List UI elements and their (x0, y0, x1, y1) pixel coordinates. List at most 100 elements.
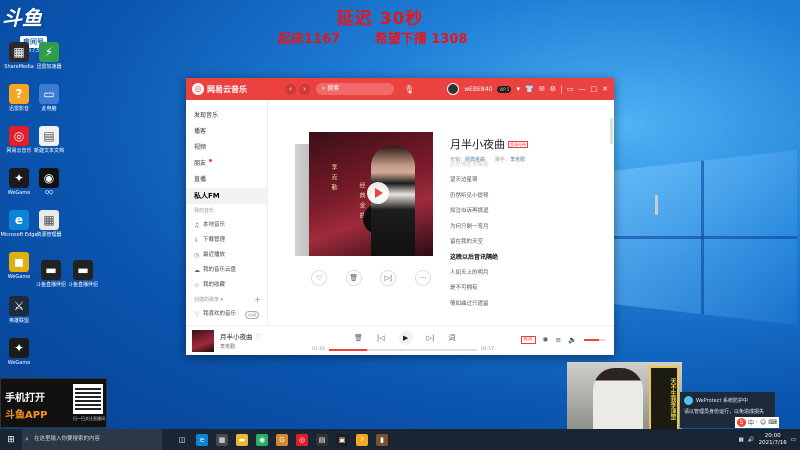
desktop-icon[interactable]: ⚡ 迅雷加速器 (30, 42, 68, 70)
menu-icon: ☆ (194, 282, 200, 289)
volume-icon[interactable]: 🔈 (568, 336, 577, 344)
lyric-line: 为何只剩一弯月 (450, 223, 489, 230)
history-nav: ‹ › (285, 83, 310, 95)
mic-icon[interactable]: 🎙 (404, 85, 414, 94)
settings-icon[interactable]: ⚙ (550, 85, 556, 93)
vip-badge[interactable]: VIP 5 (497, 85, 512, 93)
quality-button[interactable]: 极高 (520, 336, 536, 344)
player-like-icon[interactable]: ♡ (256, 333, 262, 341)
add-playlist-icon[interactable]: + (254, 293, 261, 307)
lyric-line: 仍然倚在失眠夜 (450, 162, 489, 168)
netease-music-icon[interactable]: ◎ (296, 433, 308, 446)
mail-icon[interactable]: ✉ (539, 85, 545, 93)
heart-icon: ♡ (194, 311, 200, 318)
network-icon[interactable]: ▦ (739, 437, 744, 443)
minimize-icon[interactable]: — (579, 85, 586, 93)
next-track-icon[interactable]: ▷| (427, 334, 435, 342)
sidebar-subitem[interactable]: ⇩ 下载管理 (186, 233, 267, 248)
play-overlay-icon[interactable] (367, 182, 389, 204)
desktop-icon[interactable]: ✦ WeGame (0, 338, 38, 366)
app-icon: ▤ (39, 126, 59, 146)
player-artist[interactable]: 李克勤 (220, 343, 262, 350)
app-icon[interactable]: ▮ (376, 433, 388, 446)
desktop-icon-label: 斗鱼直播伴侣 (67, 282, 98, 288)
dropdown-icon[interactable]: ▾ (516, 85, 520, 93)
play-button[interactable]: ▶ (398, 331, 413, 345)
sidebar-item-personal-fm[interactable]: 私人FM (186, 188, 267, 204)
player-title-row: 月半小夜曲 ♡ (220, 331, 262, 341)
shield-icon (684, 396, 693, 405)
sidebar-item-friends[interactable]: 朋友 (186, 156, 267, 172)
sidebar-item-video[interactable]: 视频 (186, 140, 267, 156)
skin-icon[interactable]: 👕 (525, 85, 534, 93)
wechat-icon[interactable]: ◉ (256, 433, 268, 446)
lyrics-icon[interactable]: 词 (448, 333, 455, 343)
ime-lang[interactable]: 中 (748, 418, 754, 427)
sidebar-item-live[interactable]: 直播 (186, 172, 267, 188)
sidebar-item-discover[interactable]: 发现音乐 (186, 108, 267, 124)
like-icon[interactable]: ♡ (311, 270, 327, 286)
album-cover[interactable]: 李克勤 经典金曲 (309, 132, 433, 256)
app-icon[interactable]: ▤ (316, 433, 328, 446)
close-icon[interactable]: ✕ (602, 85, 608, 93)
sound-effect-icon[interactable]: ✺ (543, 336, 549, 344)
forward-icon[interactable]: › (299, 83, 310, 95)
search-input[interactable]: ⌕ 搜索 (316, 83, 394, 95)
mini-cover[interactable] (192, 329, 214, 352)
app-icon[interactable]: ▣ (336, 433, 348, 446)
ime-emoji[interactable]: ☺ (760, 419, 766, 426)
store-icon[interactable]: ▦ (216, 433, 228, 446)
window-scrollbar[interactable] (608, 100, 614, 325)
clock[interactable]: 20:00 2021/7/16 (759, 433, 787, 447)
start-button[interactable]: ⊞ (0, 435, 22, 445)
ime-keyboard[interactable]: ⌨ (768, 419, 777, 426)
explorer-icon[interactable]: ▬ (236, 433, 248, 446)
desktop-icon-label: 迅雷影音 (8, 106, 29, 112)
more-icon[interactable]: ··· (414, 270, 431, 286)
desktop-icon[interactable]: ▦ 资源管理器 (30, 210, 68, 238)
taskbar-search[interactable]: 在这里输入你要搜索的内容 (22, 429, 162, 450)
app-icon: ▦ (39, 210, 59, 230)
sidebar-subitem[interactable]: ♫ 本地音乐 (186, 218, 267, 233)
back-icon[interactable]: ‹ (285, 83, 296, 95)
player-bar: 月半小夜曲 ♡ 李克勤 🗑 |◁ ▶ ▷| 词 01:16 04:57 极高 ✺ … (186, 325, 614, 355)
sidebar-item-podcast[interactable]: 播客 (186, 124, 267, 140)
desktop-icon[interactable]: ▭ 此电脑 (30, 84, 68, 112)
task-view-icon[interactable]: ◫ (176, 434, 188, 446)
username[interactable]: wEBE840 (464, 86, 492, 93)
app-icon[interactable]: ? (356, 433, 368, 446)
volume-slider[interactable] (584, 339, 606, 341)
player-title[interactable]: 月半小夜曲 (220, 333, 253, 341)
desktop-icon[interactable]: ▤ 新建文本文档 (30, 126, 68, 154)
desktop-icon[interactable]: ⚔ 英雄联盟 (0, 296, 38, 324)
next-icon[interactable]: ▷| (380, 270, 397, 286)
desktop-icon-label: 英雄联盟 (8, 318, 29, 324)
edge-icon[interactable]: e (196, 433, 208, 446)
desktop-icon[interactable]: ▬ 斗鱼直播伴侣 (64, 260, 102, 288)
ime-toolbar[interactable]: S 中 · ☺ ⌨ (735, 417, 779, 428)
sidebar-item-liked[interactable]: ♡ 我喜欢的音乐 心动 (186, 307, 267, 322)
progress-bar[interactable] (328, 348, 477, 351)
maximize-icon[interactable]: □ (591, 85, 598, 93)
trash-icon[interactable]: 🗑 (354, 334, 363, 342)
song-title-text: 月半小夜曲 (450, 138, 505, 151)
heartbeat-mode-button[interactable]: 心动 (245, 310, 259, 319)
volume-tray-icon[interactable]: 🔊 (748, 437, 755, 443)
playlist-icon[interactable]: ≡ (555, 336, 561, 344)
sidebar-subitem[interactable]: ◷ 最近播放 (186, 248, 267, 263)
desktop-icon[interactable]: ◉ QQ (30, 168, 68, 196)
lyrics-scrollbar[interactable] (655, 195, 658, 215)
avatar[interactable] (447, 83, 460, 95)
qr-caption: 扫一扫关注直播间 (73, 416, 105, 421)
trash-icon[interactable]: 🗑 (345, 270, 362, 286)
game-icon[interactable]: G (276, 433, 288, 446)
sidebar-subitem[interactable]: ☁ 我的音乐云盘 (186, 263, 267, 278)
created-header-label: 创建的歌单 (194, 297, 220, 303)
notification-center-icon[interactable]: ▭ (791, 437, 796, 443)
windows-wallpaper-logo (612, 150, 797, 325)
prev-icon[interactable]: |◁ (377, 334, 385, 342)
ime-punct[interactable]: · (756, 419, 758, 426)
mini-mode-icon[interactable]: ▭ (567, 85, 574, 93)
sidebar-subitem[interactable]: ☆ 我的收藏 (186, 278, 267, 293)
lyrics-panel: 仍然倚在失眠夜 望天边星宿 仍然听见小提琴 如泣似诉再挑逗 为何只剩一弯月 留在我的天空这… (450, 158, 580, 312)
